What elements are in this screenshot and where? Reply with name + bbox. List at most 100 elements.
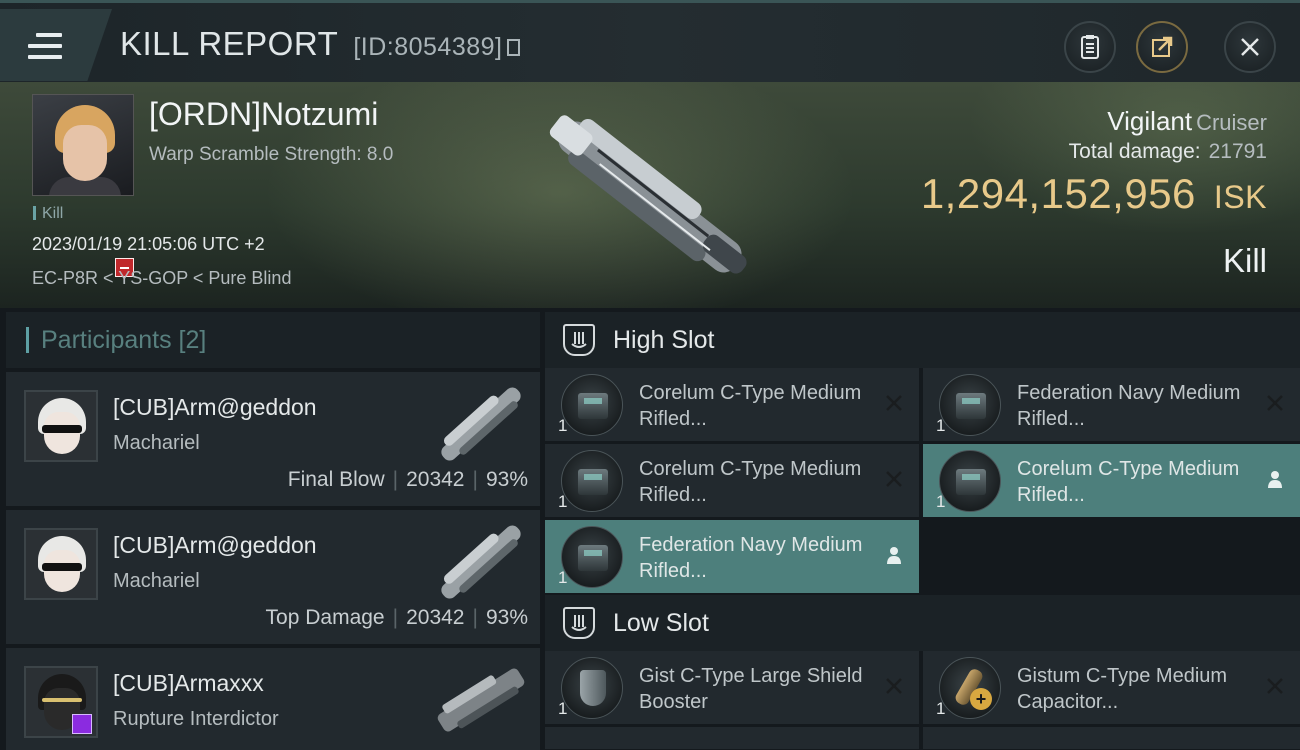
share-icon [1152, 36, 1173, 57]
victim-ship-image [549, 115, 747, 274]
fitting-panel: High Slot 1 Corelum C-Type Medium Rifled… [545, 312, 1300, 750]
module-quantity: 1 [936, 416, 946, 435]
module-name: Corelum C-Type Medium Rifled... [639, 382, 862, 430]
high-slot-header: High Slot [545, 312, 1300, 368]
participant-role: Top Damage [265, 606, 385, 629]
page-title-text: KILL REPORT [120, 25, 338, 62]
module-quantity: 1 [558, 416, 568, 435]
more-modules-row [545, 727, 1300, 749]
module-name: Corelum C-Type Medium Rifled... [1017, 458, 1240, 506]
top-bar: KILL REPORT [ID:8054389] [0, 0, 1300, 82]
isk-amount: 1,294,152,956 [920, 170, 1196, 217]
participant-ship: Rupture Interdictor [113, 708, 279, 730]
turret-icon [561, 450, 623, 512]
module-name: Federation Navy Medium Rifled... [1017, 382, 1241, 430]
total-damage-value: 21791 [1208, 140, 1267, 163]
participant-row[interactable]: [CUB]Arm@geddon Machariel Top Damage | 203… [6, 510, 540, 644]
high-slot-title: High Slot [613, 325, 715, 354]
clipboard-button[interactable] [1064, 21, 1116, 73]
isk-unit: ISK [1213, 179, 1267, 215]
page-title: KILL REPORT [ID:8054389] [120, 25, 520, 63]
destroyed-x-icon [883, 675, 905, 697]
module-item[interactable]: 1 Corelum C-Type Medium Rifled... [545, 444, 919, 517]
victim-stat: Warp Scramble Strength: 8.0 [149, 144, 394, 165]
module-name: Federation Navy Medium Rifled... [639, 534, 863, 582]
ship-class: Cruiser [1196, 110, 1267, 135]
destroyed-x-icon [1264, 675, 1286, 697]
dropped-person-icon [883, 544, 905, 566]
share-button[interactable] [1136, 21, 1188, 73]
module-item[interactable]: 1 Federation Navy Medium Rifled... [923, 368, 1300, 441]
report-id: [ID:8054389] [353, 33, 503, 61]
low-slot-modules: 1 Gist C-Type Large Shield Booster + 1 G… [545, 651, 1300, 724]
ship-image [437, 668, 525, 732]
participant-name: [CUB]Armaxxx [113, 670, 264, 696]
avatar [24, 390, 98, 462]
ship-name: Vigilant [1107, 106, 1193, 136]
destroyed-x-icon [1264, 392, 1286, 414]
participant-ship: Machariel [113, 570, 200, 592]
participant-role: Final Blow [287, 468, 385, 491]
corp-badge-icon [72, 714, 92, 734]
participant-stats: Final Blow | 20342 | 93% [287, 468, 528, 491]
menu-icon [28, 33, 62, 59]
module-item-dropped[interactable]: 1 Corelum C-Type Medium Rifled... [923, 444, 1300, 517]
close-icon [1241, 38, 1259, 56]
total-damage: Total damage: 21791 [1069, 140, 1267, 164]
kill-result: Kill [1222, 242, 1267, 279]
module-quantity: 1 [936, 492, 946, 511]
module-quantity: 1 [936, 699, 946, 718]
capacitor-icon: + [939, 657, 1001, 719]
low-slot-icon [563, 607, 595, 639]
clipboard-icon [1081, 35, 1099, 59]
module-item[interactable]: 1 Gist C-Type Large Shield Booster [545, 651, 919, 724]
participant-stats: Top Damage | 20342 | 93% [265, 606, 528, 629]
module-item[interactable]: + 1 Gistum C-Type Medium Capacitor... [923, 651, 1300, 724]
participant-row[interactable]: [CUB]Arm@geddon Machariel Final Blow | 203… [6, 372, 540, 506]
participant-damage: 20342 [406, 468, 465, 491]
low-slot-header: Low Slot [545, 595, 1300, 651]
destroyed-x-icon [883, 392, 905, 414]
isk-value: 1,294,152,956 ISK [921, 170, 1267, 218]
module-quantity: 1 [558, 699, 568, 718]
module-item[interactable]: 1 Corelum C-Type Medium Rifled... [545, 368, 919, 441]
turret-icon [561, 526, 623, 588]
victim-portrait[interactable] [32, 94, 134, 196]
kill-tag: Kill [33, 205, 63, 223]
copy-icon[interactable] [506, 39, 520, 56]
empty-slot [923, 520, 1300, 593]
menu-button[interactable] [0, 9, 112, 81]
module-name: Gistum C-Type Medium Capacitor... [1017, 665, 1228, 713]
victim-summary: [ORDN]Notzumi Warp Scramble Strength: 8.… [0, 82, 1300, 308]
participant-ship: Machariel [113, 432, 200, 454]
high-slot-modules: 1 Corelum C-Type Medium Rifled... 1 Fede… [545, 368, 1300, 593]
module-quantity: 1 [558, 492, 568, 511]
close-button[interactable] [1224, 21, 1276, 73]
participant-damage: 20342 [406, 606, 465, 629]
shield-booster-icon [561, 657, 623, 719]
participant-percent: 93% [485, 468, 528, 491]
low-slot-title: Low Slot [613, 608, 709, 637]
turret-icon [939, 374, 1001, 436]
turret-icon [939, 450, 1001, 512]
turret-icon [561, 374, 623, 436]
high-slot-icon [563, 324, 595, 356]
total-damage-label: Total damage: [1068, 140, 1201, 163]
kill-datetime: 2023/01/19 21:05:06 UTC +2 [32, 234, 265, 254]
victim-name[interactable]: [ORDN]Notzumi [149, 96, 378, 133]
participants-panel: Participants [2] [CUB]Arm@geddon Machari… [6, 312, 540, 750]
module-name: Corelum C-Type Medium Rifled... [639, 458, 862, 506]
ship-image [441, 387, 521, 461]
victim-ship[interactable]: Vigilant Cruiser [1107, 106, 1267, 137]
module-item-dropped[interactable]: 1 Federation Navy Medium Rifled... [545, 520, 919, 593]
module-name: Gist C-Type Large Shield Booster [639, 665, 863, 713]
participants-title: Participants [2] [41, 325, 207, 354]
kill-location[interactable]: EC-P8R < YS-GOP < Pure Blind [32, 268, 291, 289]
participants-header: Participants [2] [6, 312, 540, 368]
destroyed-x-icon [883, 468, 905, 490]
participant-name: [CUB]Arm@geddon [113, 532, 317, 558]
dropped-person-icon [1264, 468, 1286, 490]
participant-name: [CUB]Arm@geddon [113, 394, 317, 420]
participant-row[interactable]: [CUB]Armaxxx Rupture Interdictor [6, 648, 540, 750]
module-quantity: 1 [558, 568, 568, 587]
